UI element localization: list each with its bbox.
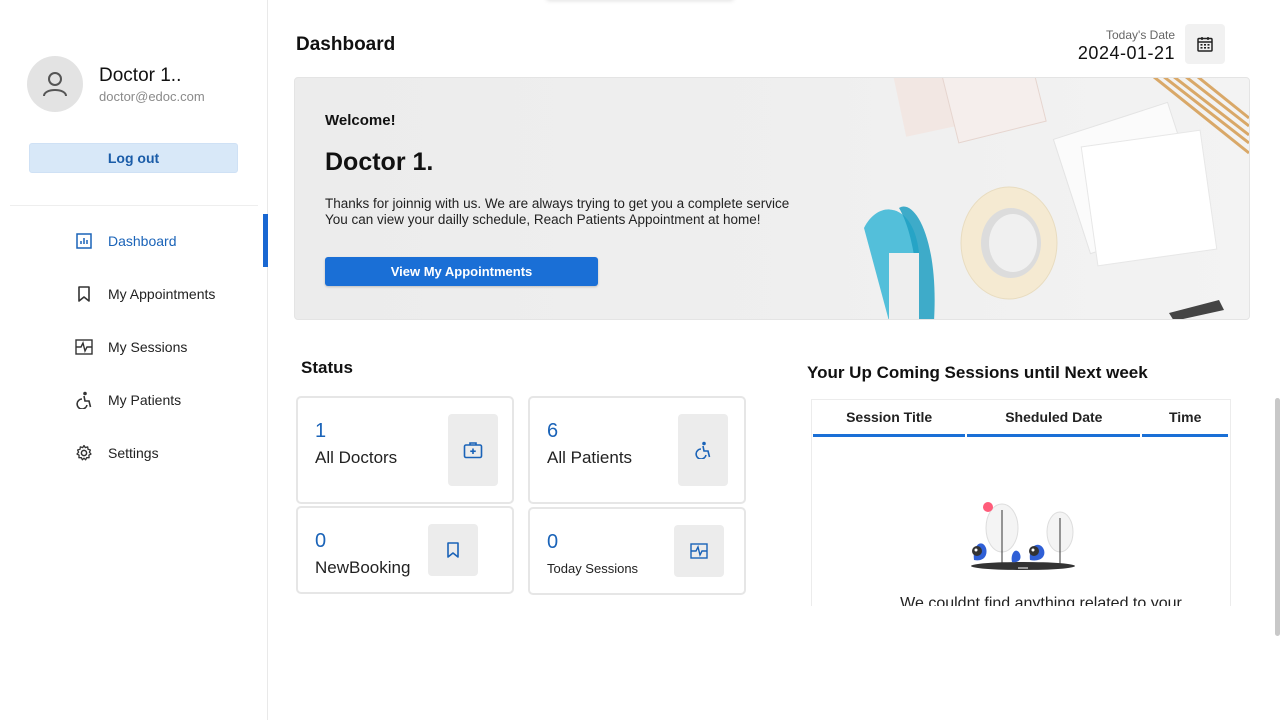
sidebar-nav: Dashboard My Appointments My Sessions My… xyxy=(0,214,268,479)
bookmark-icon xyxy=(75,285,93,303)
today-date-label: Today's Date xyxy=(1106,28,1175,42)
column-header-time[interactable]: Time xyxy=(1142,400,1228,437)
stat-card-all-patients[interactable]: 6 All Patients xyxy=(528,396,746,504)
sessions-icon xyxy=(75,338,93,356)
profile: Doctor 1.. doctor@edoc.com xyxy=(27,56,205,112)
page-title: Dashboard xyxy=(296,34,396,55)
welcome-doctor-name: Doctor 1. xyxy=(325,148,434,176)
sidebar-item-label: My Appointments xyxy=(108,285,216,302)
sidebar-item-label: Settings xyxy=(108,444,159,461)
wheelchair-icon xyxy=(75,391,93,409)
upcoming-sessions-title: Your Up Coming Sessions until Next week xyxy=(807,363,1148,382)
profile-name: Doctor 1.. xyxy=(99,64,182,86)
stat-value: 0 xyxy=(315,530,327,552)
welcome-greeting: Welcome! xyxy=(325,112,396,129)
stat-value: 6 xyxy=(547,420,559,442)
calendar-icon xyxy=(1197,37,1213,52)
app-root: Doctor 1.. doctor@edoc.com Log out Dashb… xyxy=(0,0,1280,720)
stat-card-today-sessions[interactable]: 0 Today Sessions xyxy=(528,507,746,595)
user-icon xyxy=(43,72,67,97)
sessions-icon xyxy=(674,525,724,577)
sidebar-item-label: My Sessions xyxy=(108,338,188,355)
sidebar-divider xyxy=(10,205,258,206)
stat-card-all-doctors[interactable]: 1 All Doctors xyxy=(296,396,514,504)
stat-label: NewBooking xyxy=(315,558,411,577)
sidebar-item-dashboard[interactable]: Dashboard xyxy=(0,214,268,267)
today-date-value: 2024-01-21 xyxy=(1077,43,1175,63)
main-content: Dashboard Today's Date 2024-01-21 Welcom… xyxy=(268,0,1280,720)
wheelchair-icon xyxy=(678,414,728,486)
bookmark-icon xyxy=(428,524,478,576)
stat-value: 0 xyxy=(547,531,559,553)
profile-email: doctor@edoc.com xyxy=(99,88,205,104)
sidebar-item-label: Dashboard xyxy=(108,232,177,249)
column-header-scheduled-date[interactable]: Sheduled Date xyxy=(967,400,1141,437)
sidebar-item-settings[interactable]: Settings xyxy=(0,426,268,479)
stat-card-new-booking[interactable]: 0 NewBooking xyxy=(296,506,514,594)
page-scrollbar[interactable] xyxy=(1275,398,1280,636)
doctor-kit-icon xyxy=(448,414,498,486)
welcome-message-line: You can view your dailly schedule, Reach… xyxy=(325,212,761,227)
logout-button[interactable]: Log out xyxy=(29,143,238,173)
sidebar-item-my-sessions[interactable]: My Sessions xyxy=(0,320,268,373)
welcome-message-line: Thanks for joinnig with us. We are alway… xyxy=(325,196,790,211)
calendar-button[interactable] xyxy=(1185,24,1225,64)
today-date: Today's Date 2024-01-21 xyxy=(1078,28,1175,64)
stat-label: Today Sessions xyxy=(547,561,639,576)
sidebar-item-my-patients[interactable]: My Patients xyxy=(0,373,268,426)
empty-state-text: We couldnt find anything related to your xyxy=(900,595,1182,606)
gear-icon xyxy=(75,444,93,462)
stat-label: All Doctors xyxy=(315,448,398,467)
sidebar-item-my-appointments[interactable]: My Appointments xyxy=(0,267,268,320)
upcoming-sessions-table: Session Title Sheduled Date Time We coul… xyxy=(811,399,1231,606)
welcome-banner: Welcome! Doctor 1. Thanks for joinnig wi… xyxy=(294,77,1250,320)
status-title: Status xyxy=(301,358,353,377)
stat-label: All Patients xyxy=(547,448,633,467)
table-header: Session Title Sheduled Date Time xyxy=(813,400,1230,437)
column-header-session-title[interactable]: Session Title xyxy=(813,400,966,437)
sidebar-item-label: My Patients xyxy=(108,391,182,408)
view-my-appointments-button[interactable]: View My Appointments xyxy=(325,257,598,286)
profile-text: Doctor 1.. doctor@edoc.com xyxy=(99,65,205,104)
empty-state-illustration xyxy=(971,502,1075,570)
avatar xyxy=(27,56,83,112)
medical-supplies-image xyxy=(864,78,1249,319)
stat-value: 1 xyxy=(315,420,327,442)
dashboard-icon xyxy=(75,232,93,250)
sidebar: Doctor 1.. doctor@edoc.com Log out Dashb… xyxy=(0,0,268,720)
welcome-message: Thanks for joinnig with us. We are alway… xyxy=(325,196,789,228)
